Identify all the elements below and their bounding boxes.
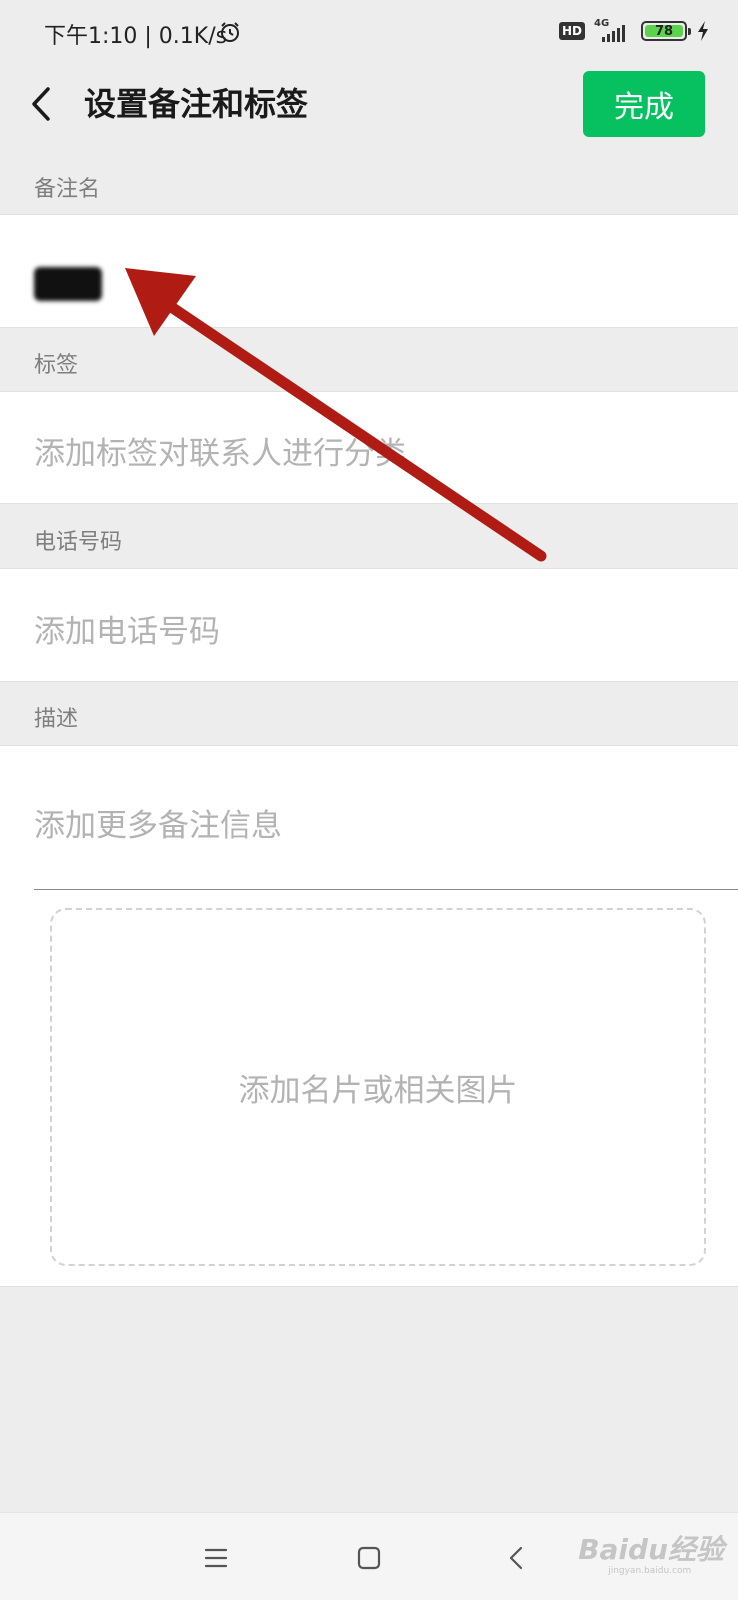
alarm-icon	[221, 22, 239, 42]
battery-icon: 78	[641, 21, 691, 41]
watermark-brand: Baidu经验	[578, 1533, 724, 1566]
page-title: 设置备注和标签	[84, 85, 309, 123]
status-time: 下午1:10 | 0.1K/s	[44, 24, 228, 49]
add-card-image-button[interactable]: 添加名片或相关图片	[50, 908, 706, 1266]
done-button[interactable]: 完成	[583, 71, 705, 137]
tags-label: 标签	[34, 353, 79, 378]
charging-icon	[698, 21, 708, 41]
hd-badge: HD	[558, 22, 585, 40]
phone-placeholder: 添加电话号码	[34, 614, 220, 650]
remark-value-redacted	[34, 267, 102, 301]
signal-icon: 4G	[594, 18, 632, 44]
add-card-image-label: 添加名片或相关图片	[238, 1072, 518, 1109]
home-icon[interactable]	[352, 1541, 386, 1575]
battery-level: 78	[645, 24, 683, 39]
watermark-url: jingyan.baidu.com	[608, 1566, 692, 1576]
desc-divider	[34, 889, 738, 890]
remark-label: 备注名	[34, 177, 101, 202]
desc-label: 描述	[34, 707, 79, 732]
nav-bar: 设置备注和标签 完成	[0, 66, 738, 142]
description-card: 添加更多备注信息 添加名片或相关图片	[0, 745, 738, 1287]
status-icons: HD 4G 78	[558, 18, 710, 44]
phone-field[interactable]: 添加电话号码	[0, 568, 738, 682]
baidu-watermark: Baidu经验 jingyan.baidu.com	[578, 1528, 724, 1576]
back-nav-icon[interactable]	[500, 1541, 534, 1575]
tags-field[interactable]: 添加标签对联系人进行分类	[0, 391, 738, 504]
tags-placeholder: 添加标签对联系人进行分类	[34, 436, 406, 472]
remark-input[interactable]	[0, 214, 738, 328]
status-bar: 下午1:10 | 0.1K/s HD 4G 78	[0, 0, 738, 66]
menu-icon[interactable]	[199, 1541, 233, 1575]
phone-label: 电话号码	[34, 530, 123, 555]
back-arrow-icon[interactable]	[24, 83, 66, 125]
desc-input[interactable]: 添加更多备注信息	[34, 800, 282, 845]
